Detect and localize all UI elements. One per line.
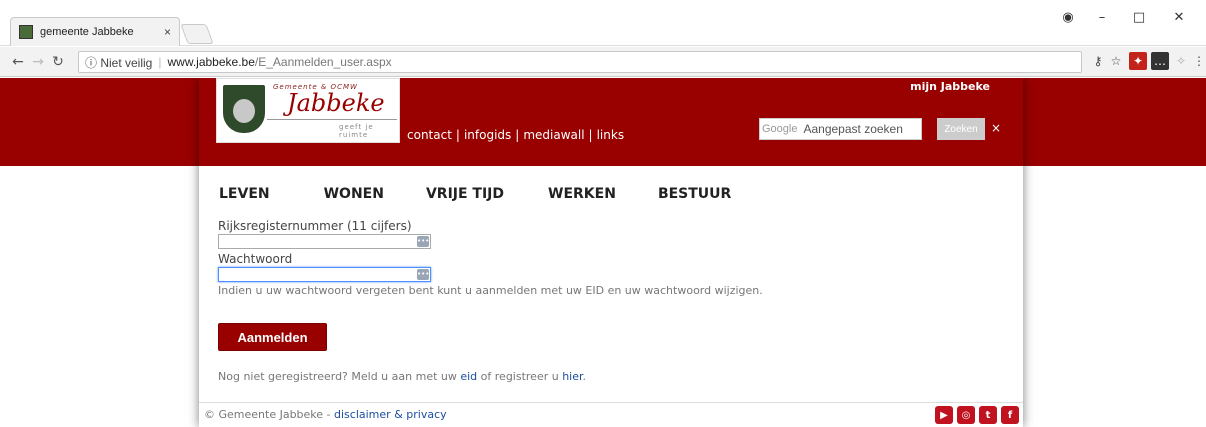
register-suffix: . — [582, 370, 587, 383]
menu-item-bestuur[interactable]: BESTUUR — [658, 186, 731, 202]
back-icon[interactable]: ← — [8, 54, 28, 70]
instagram-icon[interactable]: ◎ — [957, 406, 975, 424]
logo-divider — [267, 119, 397, 120]
pdf-extension-icon[interactable]: ✦ — [1129, 52, 1147, 70]
bookmark-star-icon[interactable]: ☆ — [1107, 52, 1125, 70]
site-header: Gemeente & OCMW Jabbeke geeft je ruimte … — [199, 78, 1023, 166]
copyright: © Gemeente Jabbeke - — [204, 408, 335, 421]
link-links[interactable]: links — [597, 128, 624, 142]
browser-tabstrip: gemeente Jabbeke × ◉ – □ ✕ — [0, 0, 1206, 46]
security-indicator[interactable]: ⓘ Niet veilig — [85, 54, 152, 71]
tab-title: gemeente Jabbeke — [40, 26, 134, 38]
menu-item-wonen[interactable]: WONEN — [324, 186, 384, 202]
forward-icon[interactable]: → — [28, 54, 48, 70]
menu-item-werken[interactable]: WERKEN — [548, 186, 616, 202]
twitter-icon[interactable]: t — [979, 406, 997, 424]
link-separator: | — [588, 128, 593, 142]
password-hint: Indien u uw wachtwoord vergeten bent kun… — [218, 284, 763, 297]
coat-of-arms-icon — [223, 85, 265, 133]
search-box: Google — [759, 118, 922, 140]
login-form: Rijksregisternummer (11 cijfers) ••• Wac… — [218, 219, 763, 297]
new-tab-button[interactable] — [180, 24, 214, 44]
url-host: www.jabbeke.be — [167, 55, 255, 69]
browser-tab[interactable]: gemeente Jabbeke × — [10, 17, 180, 46]
social-links: ▶ ◎ t f — [935, 406, 1019, 424]
menu-item-vrije-tijd[interactable]: VRIJE TIJD — [426, 186, 504, 202]
tab-close-icon[interactable]: × — [164, 25, 171, 39]
rrn-label: Rijksregisternummer (11 cijfers) — [218, 219, 412, 233]
search-button[interactable]: Zoeken — [937, 118, 985, 140]
key-icon[interactable]: ⚷ — [1089, 52, 1107, 70]
register-prefix: Nog niet geregistreerd? Meld u aan met u… — [218, 370, 461, 383]
maximize-icon[interactable]: □ — [1128, 9, 1150, 25]
link-separator: | — [515, 128, 520, 142]
disclaimer-link[interactable]: disclaimer & privacy — [334, 408, 447, 421]
register-middle: of registreer u — [477, 370, 563, 383]
password-input[interactable]: ••• — [218, 267, 431, 282]
browser-menu-icon[interactable]: ⋮ — [1190, 52, 1206, 70]
address-bar[interactable]: ⓘ Niet veilig | www.jabbeke.be /E_Aanmel… — [78, 51, 1082, 73]
window-close-icon[interactable]: ✕ — [1168, 9, 1190, 25]
eid-link[interactable]: eid — [460, 370, 477, 383]
rrn-input[interactable]: ••• — [218, 234, 431, 249]
link-contact[interactable]: contact — [407, 128, 452, 142]
search-clear-icon[interactable]: × — [991, 121, 1001, 135]
youtube-icon[interactable]: ▶ — [935, 406, 953, 424]
web-page: Gemeente & OCMW Jabbeke geeft je ruimte … — [0, 78, 1206, 427]
site-logo[interactable]: Gemeente & OCMW Jabbeke geeft je ruimte — [216, 78, 400, 143]
top-links: contact | infogids | mediawall | links — [407, 128, 624, 142]
search-input[interactable] — [803, 122, 914, 136]
mijn-jabbeke-link[interactable]: mijn Jabbeke — [910, 80, 990, 93]
site-footer: © Gemeente Jabbeke - disclaimer & privac… — [199, 402, 1023, 427]
reload-icon[interactable]: ↻ — [48, 54, 68, 70]
jabbeke-favicon-icon — [19, 25, 33, 39]
extension-icon[interactable]: … — [1151, 52, 1169, 70]
link-separator: | — [455, 128, 460, 142]
link-infogids[interactable]: infogids — [464, 128, 511, 142]
browser-toolbar: ← → ↻ ⓘ Niet veilig | www.jabbeke.be /E_… — [0, 47, 1206, 77]
menu-item-leven[interactable]: LEVEN — [219, 186, 270, 202]
register-text: Nog niet geregistreerd? Meld u aan met u… — [218, 370, 586, 383]
minimize-icon[interactable]: – — [1091, 9, 1113, 25]
password-manager-icon[interactable]: ••• — [417, 236, 429, 247]
login-button[interactable]: Aanmelden — [218, 323, 327, 351]
google-brand: Google — [762, 123, 798, 135]
password-label: Wachtwoord — [218, 252, 293, 266]
link-mediawall[interactable]: mediawall — [523, 128, 584, 142]
address-separator: | — [158, 55, 162, 69]
facebook-icon[interactable]: f — [1001, 406, 1019, 424]
page-container: Gemeente & OCMW Jabbeke geeft je ruimte … — [199, 78, 1023, 427]
url-path: /E_Aanmelden_user.aspx — [254, 55, 392, 69]
main-menu: LEVEN WONEN VRIJE TIJD WERKEN BESTUUR — [219, 186, 731, 202]
logo-name: Jabbeke — [287, 89, 385, 117]
profile-icon[interactable]: ◉ — [1057, 9, 1079, 25]
password-manager-icon[interactable]: ••• — [417, 269, 429, 280]
extension-disabled-icon[interactable]: ✧ — [1172, 52, 1190, 70]
hier-link[interactable]: hier — [562, 370, 582, 383]
logo-tagline: geeft je ruimte — [339, 123, 374, 139]
